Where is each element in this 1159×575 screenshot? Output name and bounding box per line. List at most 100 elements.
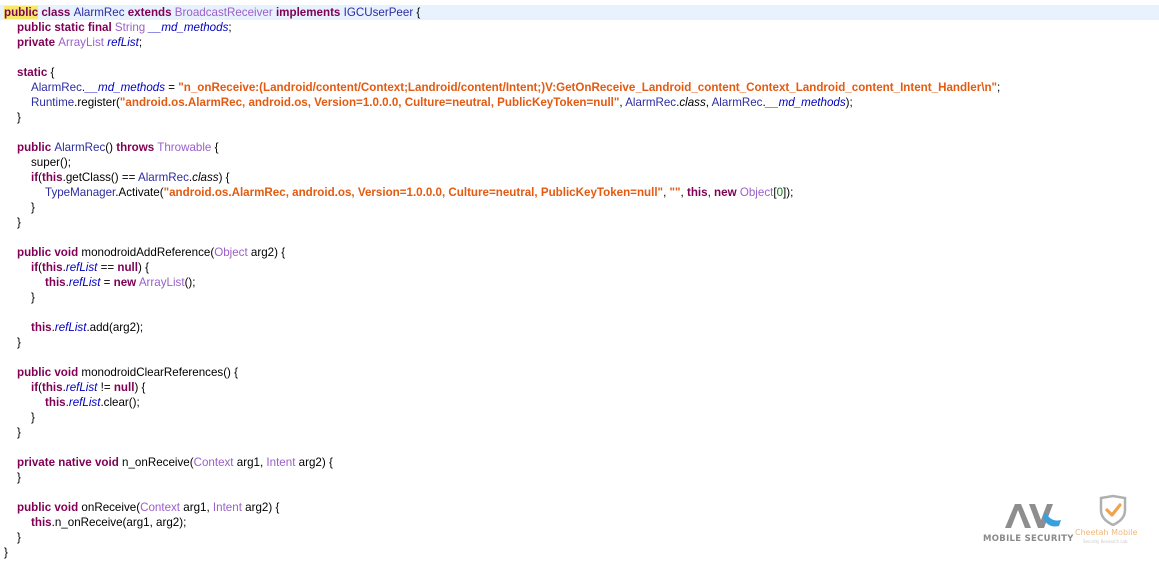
method-call: .add(arg2); [86,321,144,334]
keyword-this: this [31,321,52,334]
keyword-this: this [41,381,63,394]
class-ref: AlarmRec [31,81,82,94]
brace: } [31,201,35,214]
keyword-implements: implements [272,6,344,19]
operator: = [165,81,179,94]
watermark-logos: MOBILE SECURITY Cheetah Mobile Security … [975,490,1150,550]
code-line-reflist-new[interactable]: this.refList = new ArrayList(); [0,275,1159,290]
method-name: monodroidAddReference( [81,246,215,259]
code-line-reflist-not-null-check[interactable]: if(this.refList != null) { [0,380,1159,395]
code-line-reflist-null-check[interactable]: if(this.refList == null) { [0,260,1159,275]
code-line-close-brace[interactable]: } [0,290,1159,305]
modifiers: private native void [17,456,123,469]
code-line-blank[interactable] [0,440,1159,455]
params: arg2) { [247,246,286,259]
code-line-clear-references-method[interactable]: public void monodroidClearReferences() { [0,365,1159,380]
code-line-super-call[interactable]: super(); [0,155,1159,170]
code-line-runtime-register[interactable]: Runtime.register("android.os.AlarmRec, a… [0,95,1159,110]
class-name: AlarmRec [73,6,125,19]
keyword-this: this [686,186,708,199]
parens: () [105,141,117,154]
code-line-reflist-field[interactable]: private ArrayList refList; [0,35,1159,50]
code-line-native-method[interactable]: private native void n_onReceive(Context … [0,455,1159,470]
code-editor[interactable]: public class AlarmRec extends BroadcastR… [0,5,1159,560]
keyword-this: this [41,171,63,184]
type-name: Intent [266,456,296,469]
code-line-getclass-check[interactable]: if(this.getClass() == AlarmRec.class) { [0,170,1159,185]
brace: } [31,411,35,424]
type-name: Object [739,186,774,199]
code-line-close-brace[interactable]: } [0,335,1159,350]
class-ref: AlarmRec [625,96,677,109]
code-line-typemanager-activate[interactable]: TypeManager.Activate("android.os.AlarmRe… [0,185,1159,200]
code-line-md-methods-assign[interactable]: AlarmRec.__md_methods = "n_onReceive:(La… [0,80,1159,95]
operator: = [100,276,114,289]
type-name: String [114,21,146,34]
string-literal-empty: "" [669,186,681,199]
method-call: .Activate( [115,186,164,199]
field-name: refList [107,36,139,49]
code-line-blank[interactable] [0,50,1159,65]
field-ref: refList [68,396,101,409]
class-ref: AlarmRec [138,171,189,184]
keyword-null: null [117,261,138,274]
code-editor-screen: public class AlarmRec extends BroadcastR… [0,0,1159,575]
params: arg1, [233,456,267,469]
code-line-reflist-clear[interactable]: this.refList.clear(); [0,395,1159,410]
cheetah-name: Cheetah Mobile [1075,528,1138,537]
keyword-public: public [17,141,55,154]
semicolon: ; [228,21,232,34]
avl-logo-icon [1005,504,1061,528]
type-name: Context [140,501,181,514]
code-line-close-brace[interactable]: } [0,110,1159,125]
code-line-close-brace[interactable]: } [0,410,1159,425]
operator: == [97,261,118,274]
brace: } [17,531,21,544]
string-literal: "android.os.AlarmRec, android.os, Versio… [119,96,620,109]
method-name: n_onReceive( [122,456,194,469]
code-line-close-brace[interactable]: } [0,470,1159,485]
avl-caption: MOBILE SECURITY [983,534,1074,544]
params: arg1, [180,501,213,514]
code-line-blank[interactable] [0,305,1159,320]
brace: } [17,111,21,124]
type-name: Object [214,246,248,259]
modifiers: public void [17,501,82,514]
brace: } [17,216,21,229]
keyword-public: public [4,6,39,19]
keyword-static: static [17,66,48,79]
code-line-blank[interactable] [0,230,1159,245]
keyword-class: class [38,6,74,19]
brace: } [17,471,21,484]
keyword-this: this [45,396,66,409]
method-call: .n_onReceive(arg1, arg2); [51,516,187,529]
code-line-static-block[interactable]: static { [0,65,1159,80]
code-line-blank[interactable] [0,125,1159,140]
keyword-this: this [45,276,66,289]
modifiers: private [17,36,59,49]
field-ref: refList [65,261,98,274]
interface-name: IGCUserPeer [343,6,414,19]
type-name: ArrayList [58,36,104,49]
type-name: Intent [212,501,242,514]
code-line-blank[interactable] [0,350,1159,365]
params: arg2) { [295,456,333,469]
modifiers: public void [17,246,82,259]
code-line-close-brace[interactable]: } [0,200,1159,215]
code-line-md-methods-field[interactable]: public static final String __md_methods; [0,20,1159,35]
brace: } [4,546,8,559]
code-line-close-brace[interactable]: } [0,425,1159,440]
brace: } [17,336,21,349]
code-line-reflist-add[interactable]: this.refList.add(arg2); [0,320,1159,335]
field-ref: refList [68,276,101,289]
code-line-close-brace[interactable]: } [0,215,1159,230]
field-ref: __md_methods [85,81,166,94]
field-ref: refList [54,321,87,334]
code-line-class-declaration[interactable]: public class AlarmRec extends BroadcastR… [0,5,1159,20]
expression: .getClass() == [62,171,138,184]
code-line-constructor[interactable]: public AlarmRec() throws Throwable { [0,140,1159,155]
field-ref: refList [65,381,98,394]
code-line-add-reference-method[interactable]: public void monodroidAddReference(Object… [0,245,1159,260]
class-ref: TypeManager [45,186,116,199]
keyword-extends: extends [124,6,175,19]
